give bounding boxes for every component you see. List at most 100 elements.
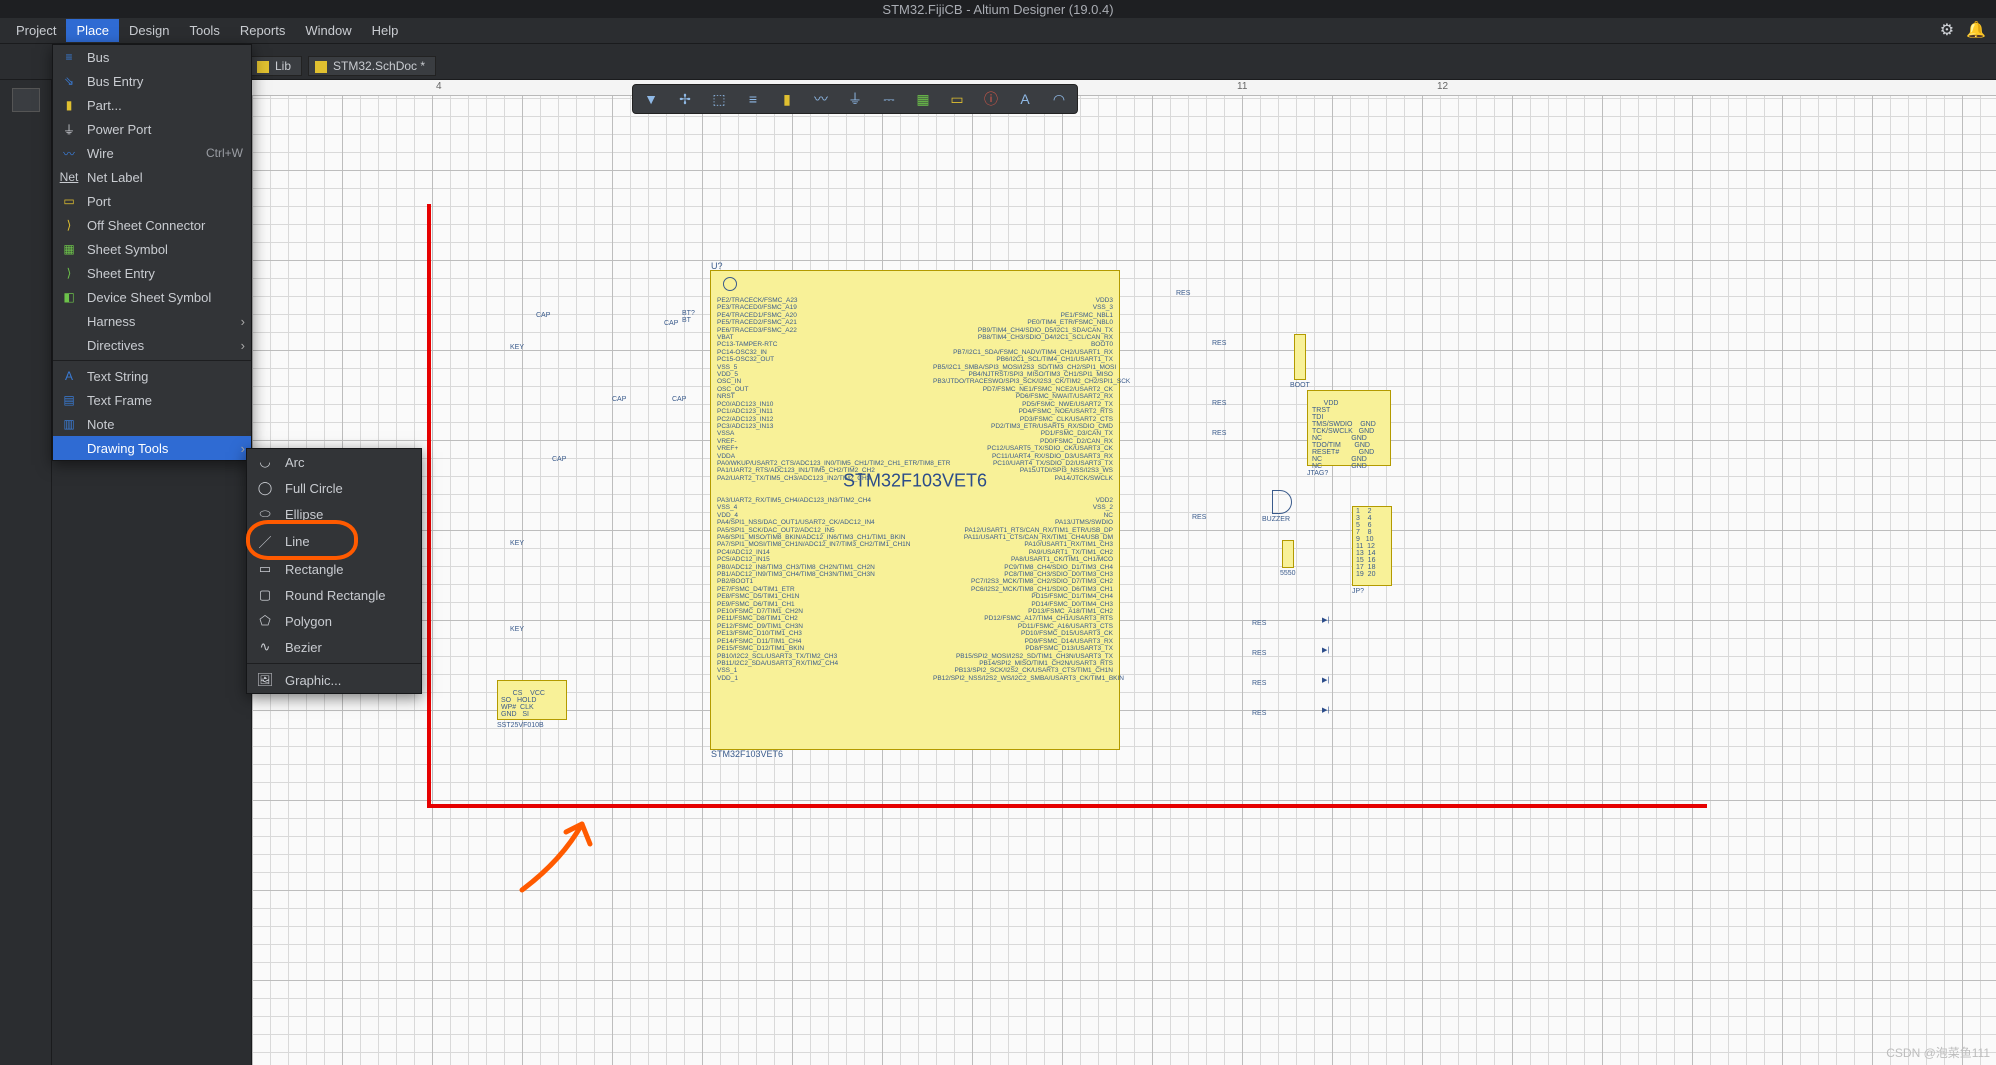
menu-item-netlabel[interactable]: NetNet Label [53,165,251,189]
menu-item-powerport[interactable]: ⏚Power Port [53,117,251,141]
busentry-icon: ⇘ [59,73,79,89]
gear-icon[interactable]: ⚙ [1940,20,1954,40]
menu-item-devicesheet[interactable]: ◧Device Sheet Symbol [53,285,251,309]
label-key-1: KEY [510,344,524,351]
label-key-2: KEY [510,540,524,547]
powerport-icon: ⏚ [59,121,79,137]
sub-item-fullcircle[interactable]: ◯Full Circle [247,475,421,501]
tool-align-icon[interactable]: ≡ [741,88,765,110]
component-jp[interactable]: 1 2 3 4 5 6 7 8 9 10 11 12 13 14 15 16 1… [1352,506,1392,586]
label-cap-4: CAP [664,320,678,327]
sub-item-polygon[interactable]: ⬠Polygon [247,608,421,634]
menu-item-sheetsymbol[interactable]: ▦Sheet Symbol [53,237,251,261]
label-res-r3: RES [1212,400,1226,407]
label-res-r5: RES [1192,514,1206,521]
menu-item-offsheet[interactable]: ⟩Off Sheet Connector [53,213,251,237]
label-res-r2: RES [1212,340,1226,347]
menu-window[interactable]: Window [295,19,361,42]
menu-item-drawingtools[interactable]: Drawing Tools [53,436,251,460]
label-cap-2: CAP [552,456,566,463]
tool-port-icon[interactable]: ▭ [945,88,969,110]
label-cap-1: CAP [536,312,550,319]
component-flash[interactable]: CS VCC SO HOLD WP# CLK GND SI [497,680,567,720]
sub-item-rectangle[interactable]: ▭Rectangle [247,556,421,582]
devicesheet-icon: ◧ [59,289,79,305]
menu-item-directives[interactable]: Directives [53,333,251,357]
led-2-icon[interactable]: ▶| [1322,646,1329,654]
sub-item-graphic[interactable]: 🖼Graphic... [247,667,421,693]
menu-design[interactable]: Design [119,19,179,42]
sub-item-roundrect[interactable]: ▢Round Rectangle [247,582,421,608]
offsheet-icon: ⟩ [59,217,79,233]
tool-power-icon[interactable]: ⎓ [877,88,901,110]
menu-item-part[interactable]: ▮Part... [53,93,251,117]
schematic-editor[interactable]: 4 11 12 ▼ ✢ ⬚ ≡ ▮ 〰 ⏚ ⎓ ▦ ▭ ⓘ A ◠ U? STM… [252,80,1996,1065]
menu-place[interactable]: Place [66,19,119,42]
component-5550[interactable] [1282,540,1294,568]
menu-separator [53,360,251,361]
tool-gnd-icon[interactable]: ⏚ [843,88,867,110]
sub-item-bezier[interactable]: ∿Bezier [247,634,421,660]
sub-item-ellipse[interactable]: ⬭Ellipse [247,501,421,527]
tool-noerc-icon[interactable]: ⓘ [979,88,1003,110]
sidebar-btn-library[interactable] [12,88,40,112]
doc-tab-schdoc[interactable]: STM32.SchDoc * [308,56,436,76]
menu-item-wire[interactable]: 〰WireCtrl+W [53,141,251,165]
tool-text-icon[interactable]: A [1013,88,1037,110]
submenu-separator [247,663,421,664]
menu-item-busentry[interactable]: ⇘Bus Entry [53,69,251,93]
menu-bar: Project Place Design Tools Reports Windo… [0,18,1996,44]
menu-item-harness[interactable]: Harness [53,309,251,333]
note-icon: ▥ [59,416,79,432]
tool-move-icon[interactable]: ✢ [673,88,697,110]
drawing-tools-submenu: ◡Arc ◯Full Circle ⬭Ellipse ／Line ▭Rectan… [246,448,422,694]
menu-item-port[interactable]: ▭Port [53,189,251,213]
menu-item-sheetentry[interactable]: ⟩Sheet Entry [53,261,251,285]
title-bar: STM32.FijiCB - Altium Designer (19.0.4) [0,0,1996,18]
flash-part: SST25VF010B [497,722,544,729]
rectangle-icon: ▭ [255,561,275,577]
ic-pins-left: PE2/TRACECK/FSMC_A23 PE3/TRACED0/FSMC_A1… [717,297,897,682]
port-icon: ▭ [59,193,79,209]
tool-sheet-icon[interactable]: ▦ [911,88,935,110]
led-3-icon[interactable]: ▶| [1322,676,1329,684]
led-4-icon[interactable]: ▶| [1322,706,1329,714]
tool-wire-icon[interactable]: 〰 [809,88,833,110]
menu-item-textstring[interactable]: AText String [53,364,251,388]
tool-part-icon[interactable]: ▮ [775,88,799,110]
menu-item-bus[interactable]: ≡Bus [53,45,251,69]
tool-select-icon[interactable]: ⬚ [707,88,731,110]
menu-item-note[interactable]: ▥Note [53,412,251,436]
roundrect-icon: ▢ [255,587,275,603]
menu-tools[interactable]: Tools [179,19,229,42]
sub-item-line[interactable]: ／Line [247,527,421,556]
menu-help[interactable]: Help [362,19,409,42]
menu-reports[interactable]: Reports [230,19,296,42]
tool-arc-icon[interactable]: ◠ [1047,88,1071,110]
doc-tab-lib[interactable]: Lib [250,56,302,76]
sidebar [0,80,52,1065]
label-res-r1: RES [1176,290,1190,297]
tool-filter-icon[interactable]: ▼ [639,88,663,110]
ic-refdes: U? [711,261,723,271]
label-cap-3: CAP [612,396,626,403]
led-1-icon[interactable]: ▶| [1322,616,1329,624]
boot-label: BOOT [1290,382,1310,389]
drawn-line-vertical [427,204,431,806]
label-key-3: KEY [510,626,524,633]
component-jtag[interactable]: VDD TRST TDI TMS/SWDIO GND TCK/SWCLK GND… [1307,390,1391,466]
bell-icon[interactable]: 🔔 [1966,20,1986,40]
bezier-icon: ∿ [255,639,275,655]
component-mcu[interactable]: U? STM32F103VET6 PE2/TRACECK/FSMC_A23 PE… [710,270,1120,750]
drawn-line-horizontal [427,804,1707,808]
component-boot[interactable] [1294,334,1306,380]
textframe-icon: ▤ [59,392,79,408]
menu-item-textframe[interactable]: ▤Text Frame [53,388,251,412]
place-menu-dropdown: ≡Bus ⇘Bus Entry ▮Part... ⏚Power Port 〰Wi… [52,44,252,461]
label-cap-5: CAP [672,396,686,403]
watermark: CSDN @泡菜鱼111 [1886,1044,1990,1061]
menu-project[interactable]: Project [6,19,66,42]
wire-shortcut: Ctrl+W [206,146,243,160]
app-title: STM32.FijiCB - Altium Designer (19.0.4) [882,2,1113,17]
sub-item-arc[interactable]: ◡Arc [247,449,421,475]
